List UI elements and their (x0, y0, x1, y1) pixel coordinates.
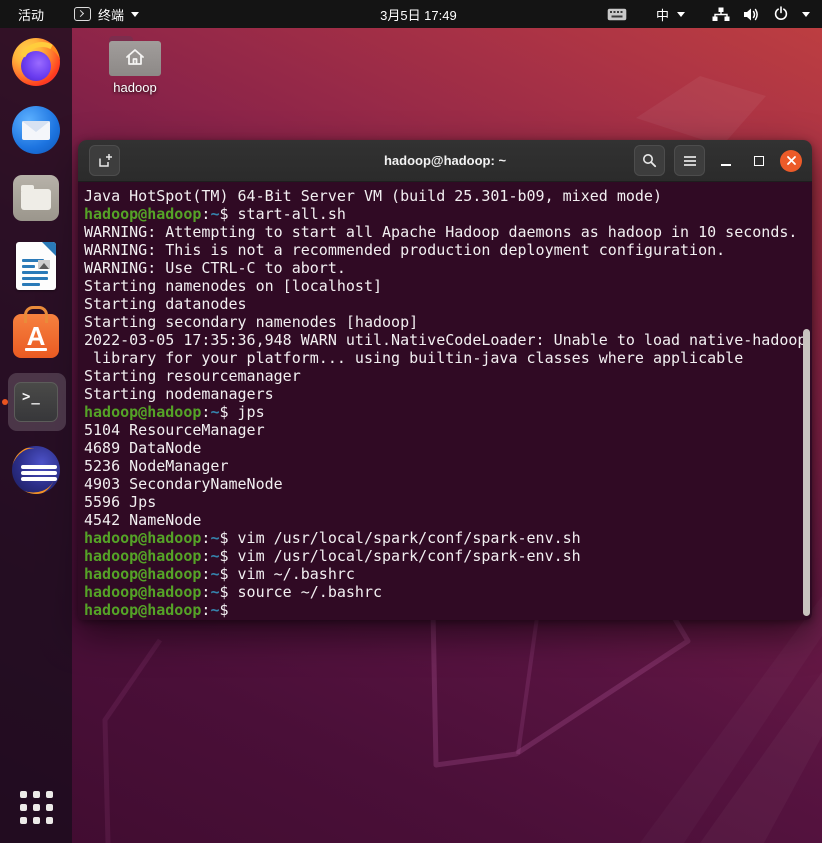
focused-app-menu[interactable]: 终端 (74, 5, 140, 24)
input-method-menu[interactable]: 中 (656, 5, 685, 24)
system-menu[interactable] (712, 6, 810, 22)
terminal-output: Java HotSpot(TM) 64-Bit Server VM (build… (84, 187, 812, 619)
search-button[interactable] (634, 145, 665, 176)
clock-label: 3月5日 17:49 (380, 7, 457, 23)
input-method-label: 中 (655, 7, 669, 23)
menu-button[interactable] (674, 145, 705, 176)
maximize-button[interactable] (747, 149, 771, 173)
dock-item-writer[interactable] (0, 232, 72, 300)
eclipse-icon (12, 446, 60, 494)
terminal-line: 5104 ResourceManager (84, 421, 265, 439)
top-bar: 活动 终端 3月5日 17:49 中 (0, 0, 822, 28)
ubuntu-software-icon: A (13, 314, 59, 358)
chevron-down-icon (677, 11, 685, 17)
dock: A >_ (0, 28, 72, 843)
terminal-line: hadoop@hadoop:~$ start-all.sh (84, 205, 346, 223)
terminal-line: hadoop@hadoop:~$ (84, 601, 238, 619)
terminal-line: Java HotSpot(TM) 64-Bit Server VM (build… (84, 187, 662, 205)
chevron-down-icon (131, 11, 140, 17)
terminal-line: 4903 SecondaryNameNode (84, 475, 283, 493)
focused-app-name: 终端 (98, 7, 125, 23)
home-icon (126, 49, 144, 65)
window-titlebar[interactable]: hadoop@hadoop: ~ (78, 140, 812, 182)
dock-item-firefox[interactable] (0, 28, 72, 96)
dock-item-files[interactable] (0, 164, 72, 232)
terminal-line: library for your platform... using built… (84, 349, 744, 367)
files-icon (13, 175, 59, 221)
close-button[interactable] (780, 149, 802, 172)
terminal-line: Starting nodemanagers (84, 385, 274, 403)
running-indicator-dot (2, 399, 8, 405)
scrollbar-thumb[interactable] (803, 329, 810, 616)
dock-item-eclipse[interactable] (0, 436, 72, 504)
desktop: 活动 终端 3月5日 17:49 中 A >_ hadoop hadoop@ha… (0, 0, 822, 843)
power-icon (773, 6, 789, 22)
minimize-button[interactable] (714, 149, 738, 173)
terminal-line: Starting secondary namenodes [hadoop] (84, 313, 419, 331)
terminal-line: Starting resourcemanager (84, 367, 301, 385)
dock-item-software[interactable]: A (0, 300, 72, 368)
libreoffice-writer-icon (16, 242, 56, 290)
terminal-line: Starting namenodes on [localhost] (84, 277, 383, 295)
terminal-line: 5236 NodeManager (84, 457, 229, 475)
dock-item-thunderbird[interactable] (0, 96, 72, 164)
dock-item-terminal[interactable]: >_ (0, 368, 72, 436)
clock-button[interactable]: 3月5日 17:49 (372, 0, 465, 28)
network-icon (712, 7, 730, 22)
terminal-app-icon (74, 7, 92, 21)
activities-button[interactable]: 活动 (14, 3, 48, 26)
terminal-line: 2022-03-05 17:35:36,948 WARN util.Native… (84, 331, 807, 349)
keyboard-icon[interactable] (607, 8, 627, 21)
terminal-line: hadoop@hadoop:~$ vim ~/.bashrc (84, 565, 355, 583)
terminal-window: hadoop@hadoop: ~ Java HotSpot(TM) 64-Bit… (78, 140, 812, 620)
minimize-icon (721, 163, 731, 166)
maximize-icon (754, 155, 764, 166)
search-icon (643, 154, 657, 168)
terminal-line: Starting datanodes (84, 295, 247, 313)
firefox-icon (12, 38, 60, 86)
new-tab-icon (98, 153, 112, 167)
terminal-line: hadoop@hadoop:~$ jps (84, 403, 265, 421)
thunderbird-icon (12, 106, 60, 154)
terminal-line: hadoop@hadoop:~$ vim /usr/local/spark/co… (84, 529, 581, 547)
desktop-icon-label: hadoop (113, 80, 157, 95)
dock-item-show-applications[interactable] (0, 781, 72, 833)
volume-icon (743, 7, 760, 22)
hamburger-menu-icon (683, 155, 696, 166)
terminal-line: 4689 DataNode (84, 439, 202, 457)
terminal-line: 4542 NameNode (84, 511, 202, 529)
terminal-line: WARNING: This is not a recommended produ… (84, 241, 726, 259)
desktop-icon-hadoop[interactable]: hadoop (96, 36, 174, 95)
home-folder-icon (109, 36, 161, 76)
new-tab-button[interactable] (89, 145, 120, 176)
terminal-line: 5596 Jps (84, 493, 157, 511)
chevron-down-icon (802, 11, 810, 17)
terminal-icon: >_ (14, 382, 58, 422)
terminal-line: hadoop@hadoop:~$ vim /usr/local/spark/co… (84, 547, 581, 565)
terminal-line: WARNING: Use CTRL-C to abort. (84, 259, 346, 277)
app-grid-icon (19, 790, 53, 824)
terminal-line: hadoop@hadoop:~$ source ~/.bashrc (84, 583, 383, 601)
close-icon (786, 156, 796, 165)
terminal-content[interactable]: Java HotSpot(TM) 64-Bit Server VM (build… (78, 182, 812, 620)
terminal-line: WARNING: Attempting to start all Apache … (84, 223, 798, 241)
